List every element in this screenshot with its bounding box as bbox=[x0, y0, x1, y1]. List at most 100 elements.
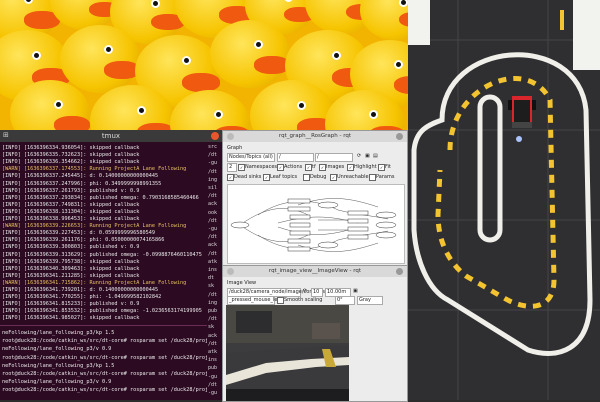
terminal-side-line: src bbox=[208, 144, 218, 150]
unreachable-checkbox[interactable]: ✓ bbox=[330, 174, 337, 181]
leaf-topics-label: Leaf topics bbox=[270, 174, 298, 180]
terminal-side-line: sil bbox=[208, 185, 218, 191]
terminal-log-line: [INFO] [1636396338.996453]: skipped call… bbox=[2, 216, 140, 222]
terminal-side-line: /dt bbox=[208, 340, 218, 347]
highlight-checkbox[interactable]: ✓ bbox=[347, 164, 354, 171]
fps-spinbox[interactable]: 10 bbox=[311, 288, 323, 297]
terminal-side-line: dt bbox=[208, 275, 215, 282]
arena-track-picture bbox=[408, 0, 600, 400]
refresh-icon[interactable]: ⟳ bbox=[303, 288, 307, 294]
terminal-log-line: [INFO] [1636396339.300803]: published v:… bbox=[2, 244, 140, 251]
terminal-side-line: -gu bbox=[208, 160, 218, 167]
terminal-side-line: /dt bbox=[208, 193, 218, 200]
smooth-scaling-label: Smooth scaling bbox=[284, 297, 323, 303]
terminal-log-line: [INFO] [1636396337.247996]: phi: 0.34999… bbox=[2, 180, 162, 187]
smooth-scaling-checkbox[interactable] bbox=[277, 297, 284, 304]
terminal-log-line: [WARN] [1636396341.715862]: Running Proj… bbox=[2, 279, 187, 286]
terminal-log-line: [INFO] [1636396339.795738]: skipped call… bbox=[2, 258, 140, 265]
debug-label: Debug bbox=[310, 174, 327, 180]
namespaces-label: Namespaces bbox=[245, 164, 278, 170]
image-view-title: rqt_image_view__ImageView - rqt bbox=[268, 268, 362, 274]
terminal-log-line: [INFO] [1636396341.853532]: published om… bbox=[2, 308, 202, 315]
window-menu-icon[interactable] bbox=[227, 133, 234, 140]
image-view-window[interactable]: rqt_image_view__ImageView - rqt Image Vi… bbox=[222, 265, 408, 402]
image-view-titlebar[interactable]: rqt_image_view__ImageView - rqt bbox=[223, 266, 407, 277]
terminal-side-pane[interactable]: src/dt -gu/dt ing sil/dt ack ook/dt -gu/dt ack /… bbox=[207, 142, 222, 400]
terminal-side-line: /dt bbox=[208, 381, 218, 388]
rqt-graph-window[interactable]: rqt_graph__RosGraph - rqt Graph Nodes/To… bbox=[222, 130, 408, 267]
actions-label: Actions bbox=[284, 164, 303, 170]
images-label: Images bbox=[326, 164, 345, 170]
mouse-left-topic-field[interactable]: _pressed_mouse_left bbox=[227, 296, 281, 305]
close-icon[interactable] bbox=[396, 133, 403, 140]
terminal-side-line: /dt bbox=[208, 234, 218, 241]
dead-sinks-checkbox[interactable]: ✓ bbox=[227, 174, 234, 181]
rqt-graph-titlebar[interactable]: rqt_graph__RosGraph - rqt bbox=[223, 131, 407, 142]
terminal-side-line: ins bbox=[208, 267, 218, 273]
leaf-topics-checkbox[interactable]: ✓ bbox=[263, 174, 270, 181]
node-filter-dropdown[interactable]: Nodes/Topics (all) bbox=[227, 153, 275, 162]
terminal-side-line: /dt bbox=[208, 316, 218, 323]
close-icon[interactable] bbox=[396, 268, 403, 275]
params-checkbox[interactable] bbox=[369, 174, 376, 181]
terminal-command-line: neFollowing/lane_following_p3/v 0.9 bbox=[2, 346, 112, 353]
terminal-side-line: /dt bbox=[208, 168, 218, 175]
terminal-side-line: -gu bbox=[208, 390, 218, 396]
ros-graph-diagram bbox=[230, 198, 397, 252]
terminal-command-line: root@duck28:/code/catkin_ws/src/dt-core#… bbox=[2, 387, 227, 394]
graph-filter-input-2[interactable]: / bbox=[315, 153, 353, 162]
terminal-log-line: [INFO] [1636396337.261793]: published v:… bbox=[2, 187, 140, 194]
terminal-log-line: [INFO] [1636396341.985027]: skipped call… bbox=[2, 315, 140, 322]
terminal-side-line: /dt bbox=[208, 217, 218, 224]
terminal-command-line: neFollowing/lane_following_p3/kp 1.5 bbox=[2, 330, 115, 336]
save-icon[interactable]: ▣ bbox=[365, 153, 370, 159]
images-checkbox[interactable]: ✓ bbox=[319, 164, 326, 171]
terminal-log-line: [INFO] [1636396341.815233]: published v:… bbox=[2, 301, 140, 308]
highlight-label: Highlight bbox=[354, 164, 377, 170]
ros-graph-canvas[interactable] bbox=[227, 184, 405, 264]
dead-sinks-label: Dead sinks bbox=[234, 174, 262, 180]
namespace-depth-spinbox[interactable]: 2 bbox=[227, 163, 237, 172]
terminal-side-line: ack bbox=[208, 201, 218, 208]
terminal-log-line: [INFO] [1636396337.749831]: skipped call… bbox=[2, 201, 140, 208]
color-mode-dropdown[interactable]: Gray bbox=[357, 296, 383, 305]
terminal-side-line: /dt bbox=[208, 152, 218, 159]
rubber-duck-picture bbox=[360, 0, 408, 40]
debug-checkbox[interactable] bbox=[303, 174, 310, 181]
terminal-side-line: sk bbox=[208, 324, 215, 331]
terminal-log-line: [INFO] [1636396337.293834]: published om… bbox=[2, 194, 199, 201]
rotation-dropdown[interactable]: 0° bbox=[335, 296, 355, 305]
refresh-icon[interactable]: ⟳ bbox=[357, 153, 361, 159]
fit-checkbox[interactable]: ✓ bbox=[378, 164, 385, 171]
terminal-log-line: [INFO] [1636396337.245445]: d: 0.1400000… bbox=[2, 173, 159, 180]
terminal-menu-icon[interactable]: ⊞ bbox=[3, 131, 9, 139]
window-menu-icon[interactable] bbox=[227, 268, 234, 275]
save-icon[interactable]: ▣ bbox=[353, 288, 358, 294]
terminal-side-line: ack bbox=[208, 332, 218, 339]
tf-checkbox[interactable]: ✓ bbox=[305, 164, 312, 171]
wallpaper-rubber-ducks bbox=[0, 0, 408, 130]
rubber-duck-picture bbox=[60, 25, 140, 93]
actions-checkbox[interactable]: ✓ bbox=[277, 164, 284, 171]
graph-filter-input[interactable]: / bbox=[277, 153, 314, 162]
terminal-log-line: [INFO] [1636396340.309463]: skipped call… bbox=[2, 265, 140, 272]
terminal-log-line: [WARN] [1636396337.174553]: Running Proj… bbox=[2, 166, 187, 173]
terminal-log-line: [INFO] [1636396335.732623]: skipped call… bbox=[2, 152, 140, 159]
terminal-titlebar[interactable]: tmux bbox=[0, 130, 222, 142]
terminal-log-line: [INFO] [1636396334.936054]: skipped call… bbox=[2, 145, 140, 151]
terminal-log-line: [INFO] [1636396341.739201]: d: 0.1400000… bbox=[2, 287, 159, 293]
terminal-side-line: ack bbox=[208, 242, 218, 249]
terminal-close-icon[interactable] bbox=[211, 132, 219, 140]
terminal-side-line: atk bbox=[208, 258, 218, 265]
terminal-log-line: [INFO] [1636396339.261176]: phi: 0.05000… bbox=[2, 237, 165, 244]
rqt-graph-title: rqt_graph__RosGraph - rqt bbox=[278, 133, 352, 139]
terminal-side-line: pub bbox=[208, 365, 218, 372]
terminal-window[interactable]: tmux ⊞ [INFO] [1636396334.936054]: skipp… bbox=[0, 130, 227, 400]
namespaces-checkbox[interactable]: ✓ bbox=[238, 164, 245, 171]
terminal-command-line: root@duck28:/code/catkin_ws/src/dt-core#… bbox=[2, 354, 227, 361]
terminal-command-line: root@duck28:/code/catkin_ws/src/dt-core#… bbox=[2, 338, 227, 345]
terminal-title: tmux bbox=[101, 132, 121, 140]
export-icon[interactable]: ▤ bbox=[373, 153, 378, 159]
duckietown-arena-photo bbox=[408, 0, 600, 400]
terminal-log-line: [INFO] [1636396339.313629]: published om… bbox=[2, 251, 202, 258]
